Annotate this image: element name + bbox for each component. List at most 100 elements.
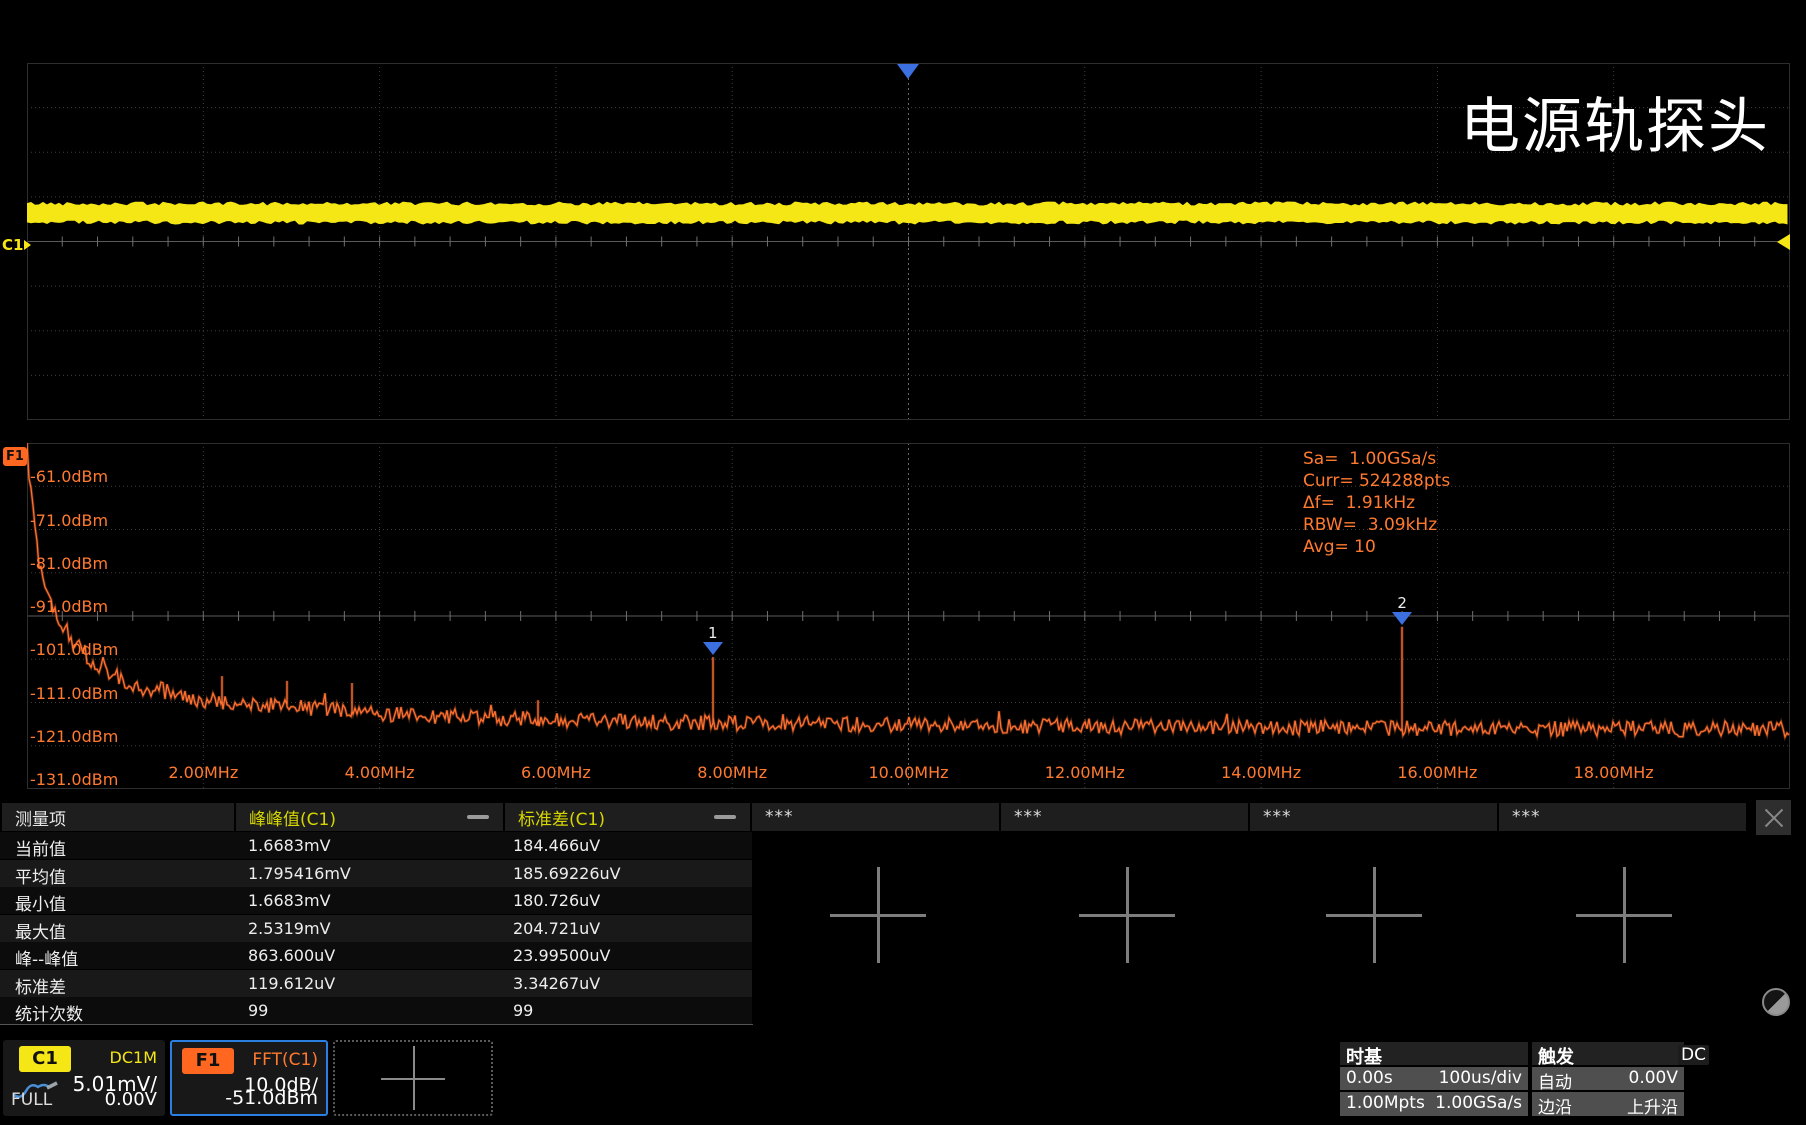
- add-channel-button[interactable]: [333, 1040, 493, 1116]
- db-axis-label: -91.0dBm: [30, 597, 108, 616]
- marker-triangle-icon: [1392, 612, 1412, 625]
- measure-cell: 180.726uV: [513, 891, 600, 910]
- timebase-panel[interactable]: 时基 0.00s 100us/div 1.00Mpts 1.00GSa/s: [1340, 1042, 1528, 1116]
- measure-col-header-empty[interactable]: ***: [752, 803, 999, 831]
- f1-badge[interactable]: F1: [3, 447, 27, 466]
- f1-channel-box[interactable]: F1 FFT(C1) 10.0dB/ -51.0dBm: [170, 1040, 328, 1116]
- header-label: 测量项: [15, 805, 66, 830]
- freq-axis-label: 18.00MHz: [1574, 763, 1654, 782]
- measure-cell: 23.99500uV: [513, 946, 610, 965]
- header-label: 标准差(C1): [518, 805, 605, 830]
- measure-cell: 3.34267uV: [513, 974, 600, 993]
- measure-cell: 1.795416mV: [248, 864, 351, 883]
- peak-marker-2[interactable]: 2: [1392, 596, 1412, 625]
- measure-cell: 863.600uV: [248, 946, 335, 965]
- measure-cell: 平均值: [15, 863, 66, 888]
- fft-info-line: Curr= 524288pts: [1303, 470, 1450, 492]
- freq-axis-label: 10.00MHz: [868, 763, 948, 782]
- oscilloscope-screen: C1 电源轨探头 F1 Sa= 1.00GSa/sCurr= 524288pts…: [0, 0, 1806, 1125]
- fft-info-line: Avg= 10: [1303, 536, 1450, 558]
- measure-cell: 峰--峰值: [15, 945, 78, 970]
- freq-axis-label: 12.00MHz: [1045, 763, 1125, 782]
- c1-trigger-level-arrow[interactable]: [1777, 234, 1790, 250]
- minus-icon[interactable]: [714, 815, 736, 819]
- timebase-samplerate: 1.00GSa/s: [1435, 1093, 1522, 1113]
- measure-col-header-items[interactable]: 测量项: [2, 803, 234, 831]
- timebase-delay: 0.00s: [1346, 1068, 1393, 1088]
- measure-row: 峰--峰值 863.600uV 23.99500uV: [0, 942, 752, 969]
- measure-row: 平均值 1.795416mV 185.69226uV: [0, 860, 752, 887]
- db-axis-label: -101.0dBm: [30, 640, 118, 659]
- measure-col-header-empty[interactable]: ***: [1250, 803, 1497, 831]
- fft-window: [27, 443, 1790, 789]
- measure-cell: 119.612uV: [248, 974, 335, 993]
- c1-channel-marker[interactable]: C1: [2, 236, 31, 254]
- db-axis-label: -131.0dBm: [30, 770, 118, 789]
- measure-row: 标准差 119.612uV 3.34267uV: [0, 970, 752, 997]
- measure-cell: 99: [248, 1001, 268, 1020]
- measure-cell: 1.6683mV: [248, 836, 331, 855]
- chevron-right-icon: [24, 240, 31, 250]
- measure-col-header-stdev-c1[interactable]: 标准差(C1): [505, 803, 750, 831]
- measure-cell: 184.466uV: [513, 836, 600, 855]
- plus-icon: [381, 1046, 445, 1110]
- db-axis-label: -111.0dBm: [30, 684, 118, 703]
- add-measurement-button[interactable]: [1326, 867, 1422, 963]
- add-measurement-button[interactable]: [1079, 867, 1175, 963]
- trigger-slope: 上升沿: [1627, 1093, 1678, 1118]
- trigger-position-indicator[interactable]: [897, 64, 919, 79]
- header-label: ***: [1014, 807, 1043, 827]
- freq-axis-label: 2.00MHz: [168, 763, 238, 782]
- measure-row: 最小值 1.6683mV 180.726uV: [0, 887, 752, 914]
- measure-cell: 2.5319mV: [248, 919, 331, 938]
- f1-trace: [27, 443, 1790, 789]
- table-bottom-divider: [0, 1024, 753, 1025]
- measure-cell: 204.721uV: [513, 919, 600, 938]
- c1-bandwidth: FULL: [11, 1090, 52, 1110]
- c1-channel-box[interactable]: C1 DC1M 5.01mV/ FULL 0.00V: [3, 1040, 165, 1116]
- trigger-mode: 自动: [1538, 1068, 1572, 1093]
- measure-cell: 统计次数: [15, 1000, 83, 1025]
- freq-axis-label: 14.00MHz: [1221, 763, 1301, 782]
- trigger-title: 触发: [1538, 1043, 1574, 1069]
- measure-cell: 标准差: [15, 973, 66, 998]
- fft-info-line: Sa= 1.00GSa/s: [1303, 448, 1450, 470]
- add-measurement-button[interactable]: [830, 867, 926, 963]
- freq-axis-label: 6.00MHz: [521, 763, 591, 782]
- peak-marker-1[interactable]: 1: [703, 626, 723, 655]
- header-label: 峰峰值(C1): [249, 805, 336, 830]
- measure-col-header-pkpk-c1[interactable]: 峰峰值(C1): [236, 803, 503, 831]
- f1-ref-level: -51.0dBm: [225, 1087, 318, 1109]
- measure-cell: 1.6683mV: [248, 891, 331, 910]
- measure-col-header-empty[interactable]: ***: [1001, 803, 1248, 831]
- trigger-panel[interactable]: 触发 C1 DC 自动 0.00V 边沿 上升沿: [1532, 1042, 1684, 1116]
- measure-cell: 185.69226uV: [513, 864, 621, 883]
- c1-offset: 0.00V: [105, 1089, 157, 1110]
- display-contrast-button[interactable]: [1762, 988, 1790, 1016]
- measure-cell: 最小值: [15, 890, 66, 915]
- timebase-memory: 1.00Mpts: [1346, 1093, 1425, 1113]
- freq-axis-label: 16.00MHz: [1397, 763, 1477, 782]
- add-measurement-button[interactable]: [1576, 867, 1672, 963]
- fft-info-box: Sa= 1.00GSa/sCurr= 524288ptsΔf= 1.91kHzR…: [1303, 448, 1450, 558]
- annotation-text: 电源轨探头: [1460, 78, 1770, 165]
- freq-axis-label: 4.00MHz: [345, 763, 415, 782]
- measure-cell: 99: [513, 1001, 533, 1020]
- c1-tag: C1: [19, 1046, 71, 1072]
- timebase-scale: 100us/div: [1439, 1068, 1522, 1088]
- minus-icon[interactable]: [467, 815, 489, 819]
- header-label: ***: [1512, 807, 1541, 827]
- c1-coupling: DC1M: [110, 1048, 157, 1067]
- trigger-level: 0.00V: [1629, 1068, 1678, 1088]
- fft-info-line: RBW= 3.09kHz: [1303, 514, 1450, 536]
- measure-cell: 当前值: [15, 835, 66, 860]
- measure-cell: 最大值: [15, 918, 66, 943]
- close-measurements-button[interactable]: [1756, 800, 1791, 835]
- fft-info-line: Δf= 1.91kHz: [1303, 492, 1450, 514]
- db-axis-label: -81.0dBm: [30, 554, 108, 573]
- measure-col-header-empty[interactable]: ***: [1499, 803, 1746, 831]
- freq-axis-label: 8.00MHz: [697, 763, 767, 782]
- timebase-title: 时基: [1346, 1043, 1382, 1069]
- header-label: ***: [765, 807, 794, 827]
- f1-function: FFT(C1): [252, 1050, 318, 1070]
